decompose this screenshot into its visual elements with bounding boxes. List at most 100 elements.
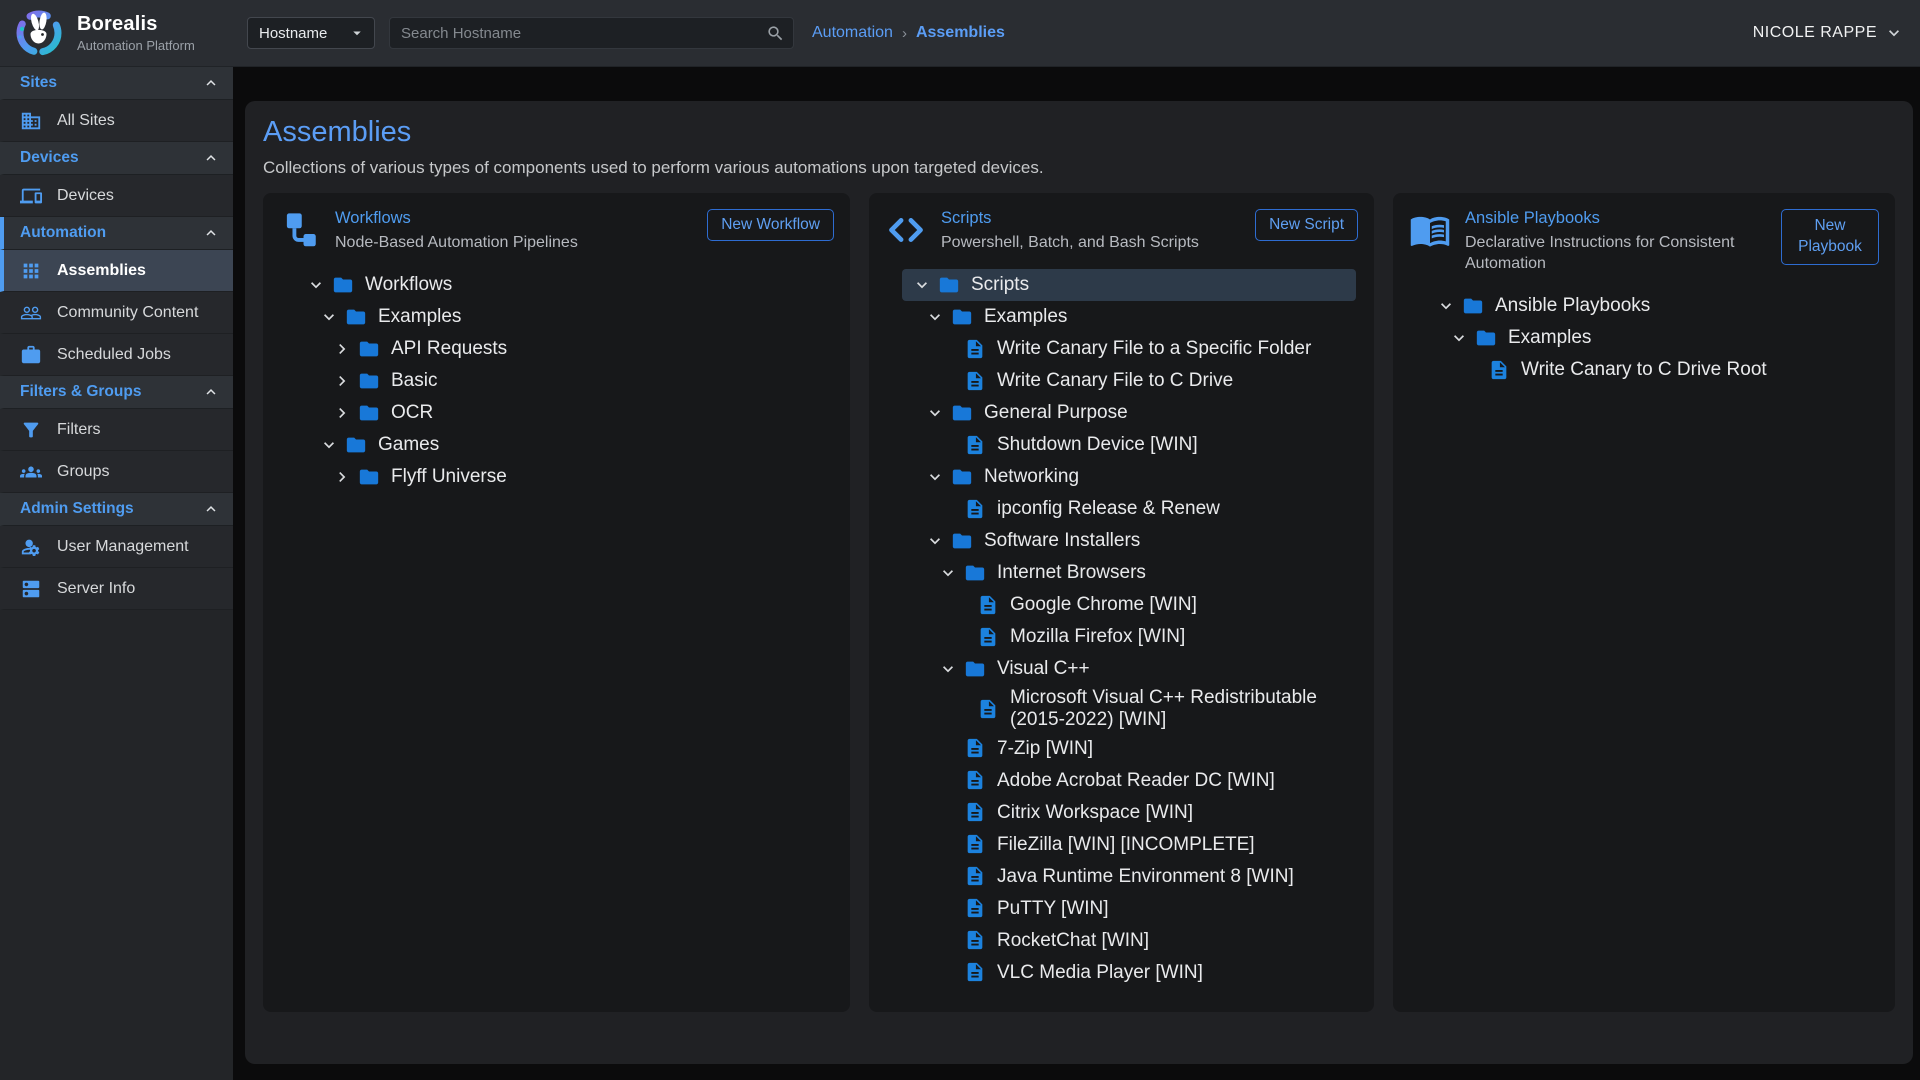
sidebar-section-admin-settings[interactable]: Admin Settings xyxy=(0,493,233,526)
sidebar-item-all-sites[interactable]: All Sites xyxy=(0,100,233,142)
sidebar-section-sites[interactable]: Sites xyxy=(0,67,233,100)
ansible-tree: Ansible Playbooks ExamplesWrite Canary to… xyxy=(1426,290,1877,386)
tree-folder-games[interactable]: Games xyxy=(296,429,832,461)
tree-item-label: ipconfig Release & Renew xyxy=(997,498,1220,520)
scripts-card-subtitle: Powershell, Batch, and Bash Scripts xyxy=(941,233,1241,254)
new-playbook-button[interactable]: New Playbook xyxy=(1781,209,1879,265)
tree-item-label: Networking xyxy=(984,466,1079,488)
tree-file-shutdown-device-win[interactable]: Shutdown Device [WIN] xyxy=(902,429,1356,461)
tree-file-mozilla-firefox-win[interactable]: Mozilla Firefox [WIN] xyxy=(902,621,1356,653)
tree-file-google-chrome-win[interactable]: Google Chrome [WIN] xyxy=(902,589,1356,621)
tree-folder-visual-c[interactable]: Visual C++ xyxy=(902,653,1356,685)
file-icon xyxy=(977,625,1001,648)
tree-folder-workflows[interactable]: Workflows xyxy=(296,269,832,301)
sidebar-section-devices[interactable]: Devices xyxy=(0,142,233,175)
tree-file-vlc-media-player-win[interactable]: VLC Media Player [WIN] xyxy=(902,956,1356,988)
page-title: Assemblies xyxy=(263,116,1895,149)
chevron-up-icon xyxy=(202,74,220,92)
sidebar-item-label: Filters xyxy=(57,421,101,439)
workflows-card-header: Workflows Node-Based Automation Pipeline… xyxy=(263,209,850,254)
tree-file-filezilla-win-incomplete[interactable]: FileZilla [WIN] [INCOMPLETE] xyxy=(902,828,1356,860)
tree-item-label: General Purpose xyxy=(984,402,1128,424)
tree-item-label: Internet Browsers xyxy=(997,562,1146,584)
sidebar-item-groups[interactable]: Groups xyxy=(0,451,233,493)
new-workflow-button[interactable]: New Workflow xyxy=(707,209,834,241)
assembly-cards: Workflows Node-Based Automation Pipeline… xyxy=(263,193,1895,1012)
user-menu[interactable]: NICOLE RAPPE xyxy=(1753,23,1904,43)
tree-item-label: Examples xyxy=(984,306,1067,328)
brand-name: Borealis xyxy=(77,13,195,36)
tree-folder-examples[interactable]: Examples xyxy=(902,301,1356,333)
sidebar-item-community-content[interactable]: Community Content xyxy=(0,292,233,334)
sidebar-section-label: Filters & Groups xyxy=(20,383,202,401)
chevron-right-icon xyxy=(332,467,358,487)
chevron-down-icon xyxy=(925,307,951,327)
sidebar-section-automation[interactable]: Automation xyxy=(0,217,233,250)
folder-icon xyxy=(345,305,369,328)
folder-icon xyxy=(964,561,988,584)
sidebar: SitesAll SitesDevicesDevicesAutomationAs… xyxy=(0,67,233,1080)
folder-icon xyxy=(951,529,975,552)
tree-file-citrix-workspace-win[interactable]: Citrix Workspace [WIN] xyxy=(902,796,1356,828)
tree-file-adobe-acrobat-reader-dc-win[interactable]: Adobe Acrobat Reader DC [WIN] xyxy=(902,764,1356,796)
tree-file-rocketchat-win[interactable]: RocketChat [WIN] xyxy=(902,924,1356,956)
tree-file-7-zip-win[interactable]: 7-Zip [WIN] xyxy=(902,732,1356,764)
chevron-up-icon xyxy=(202,149,220,167)
sidebar-item-filters[interactable]: Filters xyxy=(0,409,233,451)
chevron-up-icon xyxy=(202,383,220,401)
chevron-right-icon xyxy=(332,403,358,423)
tree-folder-general-purpose[interactable]: General Purpose xyxy=(902,397,1356,429)
tree-file-ipconfig-release-renew[interactable]: ipconfig Release & Renew xyxy=(902,493,1356,525)
chevron-right-icon xyxy=(332,339,358,359)
chevron-down-icon xyxy=(925,467,951,487)
tree-folder-basic[interactable]: Basic xyxy=(296,365,832,397)
breadcrumb-automation[interactable]: Automation xyxy=(812,24,893,42)
tree-folder-ansible-playbooks[interactable]: Ansible Playbooks xyxy=(1426,290,1877,322)
tree-file-write-canary-to-c-drive-root[interactable]: Write Canary to C Drive Root xyxy=(1426,354,1877,386)
sidebar-item-label: User Management xyxy=(57,538,189,556)
caret-down-icon xyxy=(348,24,366,42)
hostname-select-value: Hostname xyxy=(259,25,348,42)
sidebar-item-scheduled-jobs[interactable]: Scheduled Jobs xyxy=(0,334,233,376)
tree-file-write-canary-file-to-c-drive[interactable]: Write Canary File to C Drive xyxy=(902,365,1356,397)
folder-icon xyxy=(951,401,975,424)
file-icon xyxy=(964,337,988,360)
tree-folder-software-installers[interactable]: Software Installers xyxy=(902,525,1356,557)
tree-folder-flyff-universe[interactable]: Flyff Universe xyxy=(296,461,832,493)
search-icon[interactable] xyxy=(766,24,785,43)
tree-item-label: Ansible Playbooks xyxy=(1495,295,1650,317)
file-icon xyxy=(964,897,988,920)
tree-folder-internet-browsers[interactable]: Internet Browsers xyxy=(902,557,1356,589)
sidebar-item-label: Groups xyxy=(57,463,109,481)
search-input[interactable] xyxy=(401,25,766,42)
tree-file-putty-win[interactable]: PuTTY [WIN] xyxy=(902,892,1356,924)
tree-folder-api-requests[interactable]: API Requests xyxy=(296,333,832,365)
tree-file-write-canary-file-to-a-specific-folder[interactable]: Write Canary File to a Specific Folder xyxy=(902,333,1356,365)
folder-icon xyxy=(345,433,369,456)
hostname-select[interactable]: Hostname xyxy=(247,17,375,49)
tree-file-java-runtime-environment-8-win[interactable]: Java Runtime Environment 8 [WIN] xyxy=(902,860,1356,892)
sidebar-section-filters-groups[interactable]: Filters & Groups xyxy=(0,376,233,409)
tree-folder-examples[interactable]: Examples xyxy=(296,301,832,333)
sidebar-item-server-info[interactable]: Server Info xyxy=(0,568,233,610)
sidebar-item-label: Scheduled Jobs xyxy=(57,346,171,364)
sidebar-item-devices[interactable]: Devices xyxy=(0,175,233,217)
sidebar-section-label: Automation xyxy=(20,224,202,242)
tree-item-label: RocketChat [WIN] xyxy=(997,930,1149,952)
sidebar-item-assemblies[interactable]: Assemblies xyxy=(0,250,233,292)
tree-folder-ocr[interactable]: OCR xyxy=(296,397,832,429)
tree-item-label: 7-Zip [WIN] xyxy=(997,738,1093,760)
page-description: Collections of various types of componen… xyxy=(263,158,1895,178)
sidebar-item-user-management[interactable]: User Management xyxy=(0,526,233,568)
chevron-down-icon xyxy=(319,307,345,327)
breadcrumb-assemblies[interactable]: Assemblies xyxy=(916,24,1005,42)
tree-item-label: Workflows xyxy=(365,274,452,296)
chevron-down-icon xyxy=(1449,328,1475,348)
new-script-button[interactable]: New Script xyxy=(1255,209,1358,241)
workflows-card-title: Workflows xyxy=(335,209,693,228)
tree-folder-examples[interactable]: Examples xyxy=(1426,322,1877,354)
tree-folder-scripts[interactable]: Scripts xyxy=(902,269,1356,301)
tree-item-label: Adobe Acrobat Reader DC [WIN] xyxy=(997,770,1275,792)
tree-folder-networking[interactable]: Networking xyxy=(902,461,1356,493)
tree-file-microsoft-visual-c-redistributable-2015-2022-win[interactable]: Microsoft Visual C++ Redistributable (20… xyxy=(902,685,1356,733)
